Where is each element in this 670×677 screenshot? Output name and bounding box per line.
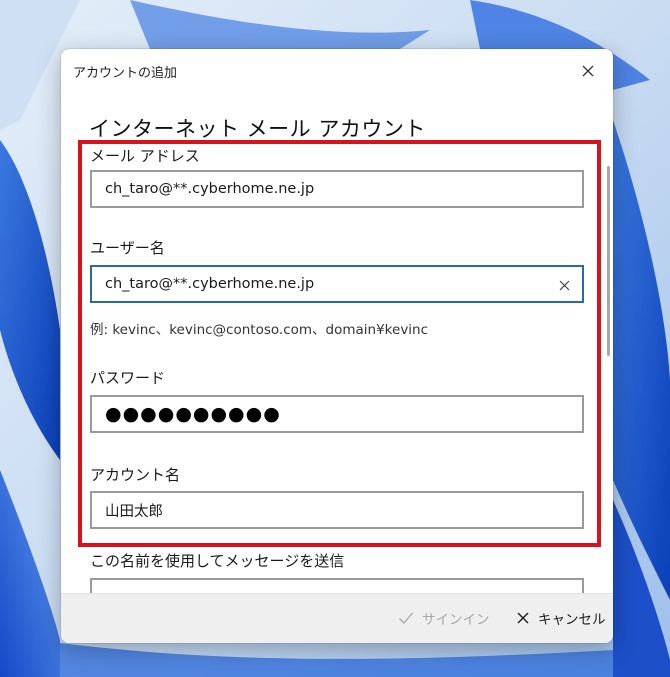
account-name-field[interactable]: 山田太郎 [90, 491, 584, 529]
signin-label: サインイン [422, 612, 490, 628]
send-name-label: この名前を使用してメッセージを送信 [90, 552, 345, 570]
dialog-titlebar: アカウントの追加 [61, 49, 613, 93]
account-name-label: アカウント名 [90, 466, 181, 484]
dialog-title: アカウントの追加 [73, 66, 178, 81]
cancel-label: キャンセル [538, 612, 606, 628]
username-value: ch_taro@**.cyberhome.ne.jp [105, 276, 315, 292]
email-value: ch_taro@**.cyberhome.ne.jp [105, 181, 315, 197]
email-label: メール アドレス [90, 147, 200, 165]
checkmark-icon [399, 612, 413, 624]
username-label: ユーザー名 [90, 239, 165, 257]
password-label: パスワード [90, 369, 166, 387]
page-heading: インターネット メール アカウント [89, 117, 426, 141]
cancel-button[interactable]: キャンセル [516, 608, 606, 628]
username-hint: 例: kevinc、kevinc@contoso.com、domain¥kevi… [90, 322, 429, 338]
clear-username-button[interactable] [554, 275, 574, 295]
dialog-footer: サインイン キャンセル [61, 593, 613, 643]
scrollbar[interactable] [607, 166, 610, 356]
add-account-dialog: アカウントの追加 インターネット メール アカウント メール アドレス ch_t… [61, 49, 613, 643]
password-field[interactable]: ●●●●●●●●●● [90, 395, 584, 433]
email-field[interactable]: ch_taro@**.cyberhome.ne.jp [90, 170, 584, 208]
clear-icon [559, 280, 569, 290]
account-name-value: 山田太郎 [105, 503, 163, 520]
close-button[interactable] [573, 57, 603, 85]
password-value: ●●●●●●●●●● [105, 403, 281, 425]
close-icon [582, 65, 594, 77]
cancel-icon [517, 612, 529, 624]
username-field[interactable]: ch_taro@**.cyberhome.ne.jp [90, 265, 584, 303]
signin-button[interactable]: サインイン [398, 608, 490, 628]
